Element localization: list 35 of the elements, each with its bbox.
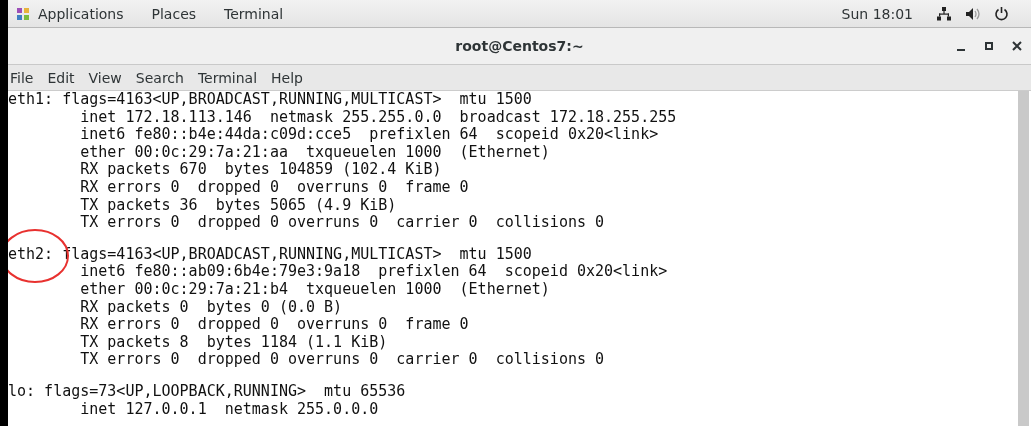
top-menu[interactable]: Terminal (224, 5, 284, 22)
terminal-line: RX packets 670 bytes 104859 (102.4 KiB) (79, 161, 443, 179)
volume-icon[interactable] (965, 6, 980, 21)
menu-item[interactable]: Help (271, 69, 303, 86)
terminal-line: ether 00:0c:29:7a:21:b4 txqueuelen 1000 (Ethernet) (79, 280, 551, 299)
top-menu[interactable]: Applications (38, 5, 124, 22)
clock[interactable]: Sun 18:01 (841, 5, 913, 22)
terminal-line: RX errors 0 dropped 0 overruns 0 frame 0 (79, 316, 470, 334)
terminal-line: inet6 fe80::b4e:44da:c09d:cce5 prefixlen 64 scopeid 0x20<link> (79, 126, 660, 144)
terminal-line: TX errors 0 dropped 0 overruns 0 carrier 0 collisions 0 (79, 351, 606, 369)
terminal-line: eth1: flags=4163<UP,BROADCAST,RUNNING,MULTICAST> mtu 1500 (8, 91, 533, 109)
menu-item[interactable]: Edit (47, 69, 75, 86)
terminal-line: RX errors 0 dropped 0 overruns 0 frame 0 (79, 178, 470, 197)
menu-item[interactable]: File (10, 69, 34, 86)
menu-item[interactable]: View (88, 69, 122, 86)
menu-item[interactable]: Terminal (197, 69, 258, 86)
terminal-line: ether 00:0c:29:7a:21:aa txqueuelen 1000 (Ethernet) (79, 143, 551, 162)
close-icon (1012, 41, 1022, 51)
window-title: root@Centos7:~ (455, 38, 584, 54)
scrollbar[interactable] (1018, 91, 1029, 426)
terminal-line: inet 172.18.113.146 netmask 255.255.0.0 broadcast 172.18.255.255 (79, 108, 678, 127)
minimize-icon (957, 49, 965, 51)
terminal-line: TX packets 8 bytes 1184 (1.1 KiB) (79, 333, 389, 352)
maximize-icon (984, 41, 994, 51)
terminal-line: RX packets 0 bytes 0 (0.0 B) (79, 298, 344, 317)
power-icon[interactable] (994, 6, 1009, 21)
network-icon[interactable] (937, 6, 951, 21)
menu-item[interactable]: Search (135, 69, 184, 86)
terminal-line: TX packets 36 bytes 5065 (4.9 KiB) (79, 196, 398, 215)
terminal-line: inet 127.0.0.1 netmask 255.0.0.0 (79, 400, 380, 419)
top-menu[interactable]: Places (151, 5, 197, 22)
terminal-line: lo: flags=73<UP,LOOPBACK,RUNNING> mtu 65536 (8, 382, 407, 401)
terminal-line: TX errors 0 dropped 0 overruns 0 carrier 0 collisions 0 (79, 214, 606, 232)
app-logo-icon[interactable] (16, 6, 30, 21)
terminal-line: inet6 fe80::ab09:6b4e:79e3:9a18 prefixlen 64 scopeid 0x20<link> (79, 263, 669, 281)
